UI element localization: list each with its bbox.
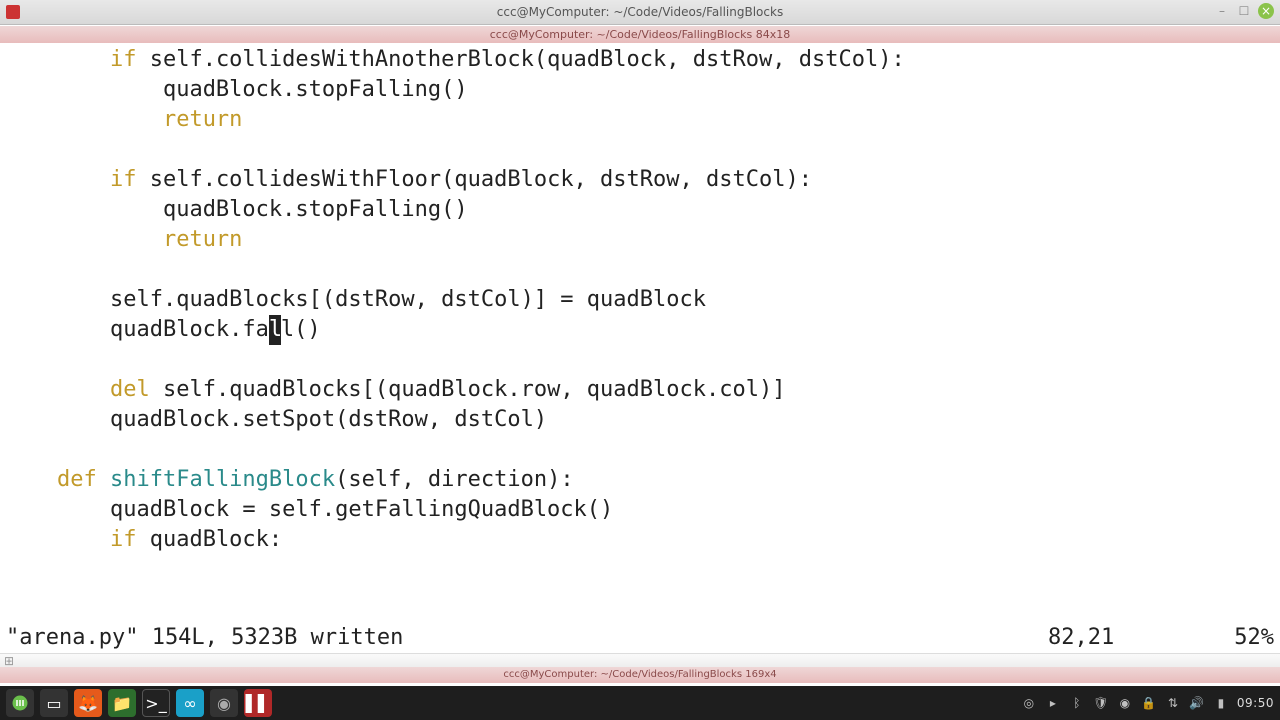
- code-line: [4, 437, 17, 462]
- code-line: self.quadBlocks[(dstRow, dstCol)] = quad…: [4, 287, 706, 312]
- code-line: [4, 257, 17, 282]
- tray-shield-icon[interactable]: ◉: [1117, 696, 1133, 710]
- code-line: if quadBlock:: [4, 527, 282, 552]
- code-line: quadBlock.setSpot(dstRow, dstCol): [4, 407, 547, 432]
- code-line: def shiftFallingBlock(self, direction):: [4, 467, 574, 492]
- tray-bluetooth-icon[interactable]: ᛒ: [1069, 696, 1085, 710]
- tray-obs-icon[interactable]: ◎: [1021, 696, 1037, 710]
- code-line: del self.quadBlocks[(quadBlock.row, quad…: [4, 377, 785, 402]
- vim-cursor-position: 82,21: [1048, 623, 1114, 653]
- taskbar-clock[interactable]: 09:50: [1237, 696, 1274, 710]
- tray-network-icon[interactable]: ⇅: [1165, 696, 1181, 710]
- window-minimize-button[interactable]: –: [1214, 3, 1230, 19]
- code-line: quadBlock.stopFalling(): [4, 77, 468, 102]
- taskbar: ▭ 🦊 📁 >_ ∞ ◉ ▌▌ ◎ ▸ ᛒ 🛡 ◉ 🔒 ⇅ 🔊 ▮ 09:50: [0, 686, 1280, 720]
- code-line: quadBlock.stopFalling(): [4, 197, 468, 222]
- pane-title-2: ccc@MyComputer: ~/Code/Videos/FallingBlo…: [0, 667, 1280, 683]
- code-line: if self.collidesWithAnotherBlock(quadBlo…: [4, 47, 905, 72]
- code-line: return: [4, 227, 242, 252]
- pane-separator[interactable]: ⊞: [0, 653, 1280, 667]
- vim-scroll-percent: 52%: [1234, 623, 1274, 653]
- tray-update-icon[interactable]: 🛡: [1093, 696, 1109, 710]
- taskbar-app-firefox[interactable]: 🦊: [74, 689, 102, 717]
- window-close-button[interactable]: ×: [1258, 3, 1274, 19]
- window-maximize-button[interactable]: ☐: [1236, 3, 1252, 19]
- taskbar-app-recorder[interactable]: ▌▌: [244, 689, 272, 717]
- code-line: [4, 137, 17, 162]
- start-menu-button[interactable]: [6, 689, 34, 717]
- taskbar-app-files[interactable]: 📁: [108, 689, 136, 717]
- window-titlebar: ccc@MyComputer: ~/Code/Videos/FallingBlo…: [0, 0, 1280, 25]
- code-editor[interactable]: if self.collidesWithAnotherBlock(quadBlo…: [0, 43, 1280, 623]
- code-line: return: [4, 107, 242, 132]
- code-line: [4, 347, 17, 372]
- app-icon: [6, 5, 20, 19]
- tray-battery-icon[interactable]: ▮: [1213, 696, 1229, 710]
- taskbar-app-obs[interactable]: ◉: [210, 689, 238, 717]
- tray-lock-icon[interactable]: 🔒: [1141, 696, 1157, 710]
- window-title: ccc@MyComputer: ~/Code/Videos/FallingBlo…: [497, 5, 783, 19]
- taskbar-app-code[interactable]: ∞: [176, 689, 204, 717]
- taskbar-app-terminal[interactable]: >_: [142, 689, 170, 717]
- show-desktop-button[interactable]: ▭: [40, 689, 68, 717]
- pane-title-1: ccc@MyComputer: ~/Code/Videos/FallingBlo…: [0, 25, 1280, 43]
- tray-expand-icon[interactable]: ▸: [1045, 696, 1061, 710]
- tray-volume-icon[interactable]: 🔊: [1189, 696, 1205, 710]
- code-line: if self.collidesWithFloor(quadBlock, dst…: [4, 167, 812, 192]
- code-line-cursor: quadBlock.fall(): [4, 317, 321, 342]
- vim-message: "arena.py" 154L, 5323B written: [6, 623, 403, 653]
- vim-statusline: "arena.py" 154L, 5323B written 82,21 52%: [0, 623, 1280, 653]
- text-cursor: l: [269, 315, 281, 345]
- code-line: quadBlock = self.getFallingQuadBlock(): [4, 497, 613, 522]
